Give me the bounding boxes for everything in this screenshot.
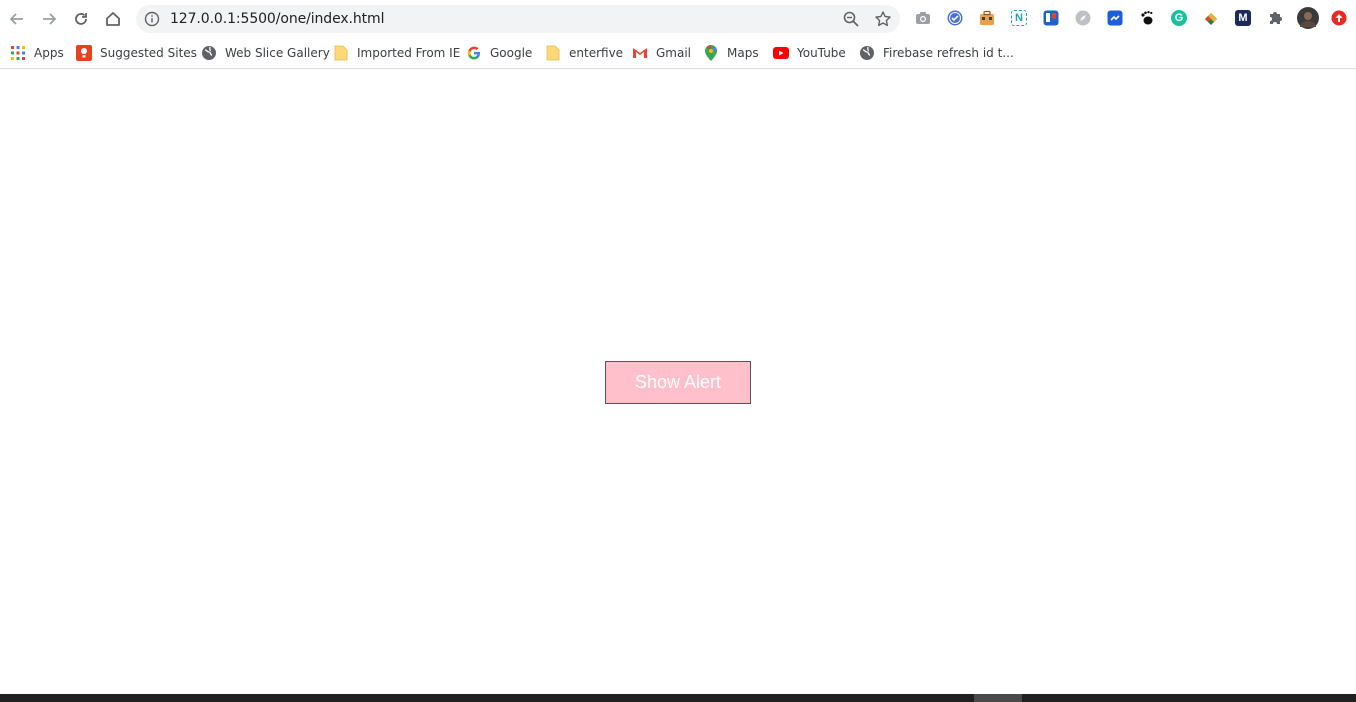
bookmark-gmail[interactable]: Gmail — [632, 42, 691, 64]
apps-grid-icon — [10, 45, 26, 61]
bookmark-firebase[interactable]: Firebase refresh id t... — [859, 42, 1014, 64]
bookmark-imported-from-ie[interactable]: Imported From IE — [333, 42, 460, 64]
check-circle-icon — [947, 10, 963, 26]
maps-icon — [703, 45, 719, 61]
m-extension-icon: M — [1235, 10, 1251, 26]
extension-leaf[interactable] — [1202, 9, 1220, 27]
bookmark-web-slice-gallery[interactable]: Web Slice Gallery — [201, 42, 330, 64]
extension-camera[interactable] — [914, 9, 932, 27]
bookmark-label: Google — [490, 46, 533, 60]
bookmark-label: Suggested Sites — [100, 46, 197, 60]
extension-upload[interactable] — [1330, 9, 1348, 27]
extension-trello[interactable] — [1042, 9, 1060, 27]
youtube-icon — [773, 45, 789, 61]
info-icon[interactable] — [144, 11, 160, 27]
camera-icon — [916, 12, 930, 24]
back-arrow-icon — [9, 13, 23, 25]
briefcase-icon — [980, 10, 994, 25]
folder-icon — [545, 45, 561, 61]
compass-icon — [1075, 10, 1091, 26]
gmail-icon — [632, 45, 648, 61]
bookmark-label: Imported From IE — [357, 46, 461, 60]
bookmark-google[interactable]: Google — [466, 42, 532, 64]
bookmark-suggested-sites[interactable]: Suggested Sites — [76, 42, 197, 64]
bookmark-enterfive[interactable]: enterfive — [545, 42, 623, 64]
bookmark-star-icon[interactable] — [874, 10, 892, 28]
bookmark-label: Web Slice Gallery — [225, 46, 330, 60]
folder-icon — [333, 45, 349, 61]
bookmark-label: enterfive — [569, 46, 624, 60]
forward-arrow-icon — [43, 13, 57, 25]
extension-grammarly[interactable]: G — [1170, 9, 1188, 27]
forward-button[interactable] — [37, 7, 61, 31]
grammarly-icon: G — [1171, 10, 1187, 26]
puzzle-icon — [1270, 12, 1282, 24]
home-button[interactable] — [101, 7, 125, 31]
page-content: Show Alert — [0, 70, 1356, 694]
bookmark-apps[interactable]: Apps — [10, 42, 64, 64]
bookmarks-bar: Apps Suggested Sites Web Slice Gallery I… — [0, 38, 1356, 69]
bookmark-label: Maps — [727, 46, 759, 60]
extensions-menu-button[interactable] — [1266, 9, 1284, 27]
extension-messenger[interactable] — [1106, 9, 1124, 27]
extension-briefcase[interactable] — [978, 9, 996, 27]
address-bar[interactable]: 127.0.0.1:5500/one/index.html — [136, 5, 900, 33]
globe-icon — [859, 45, 875, 61]
extension-compass[interactable] — [1074, 9, 1092, 27]
url-text[interactable]: 127.0.0.1:5500/one/index.html — [170, 11, 384, 27]
extension-m[interactable]: M — [1234, 9, 1252, 27]
n-extension-icon: N — [1011, 10, 1027, 26]
extension-n[interactable]: N — [1010, 9, 1028, 27]
upload-arrow-icon — [1331, 10, 1347, 26]
taskbar-active-item[interactable] — [974, 694, 1022, 702]
trello-icon — [1043, 10, 1059, 26]
browser-toolbar: 127.0.0.1:5500/one/index.html N G M — [0, 0, 1356, 38]
taskbar — [0, 694, 1356, 702]
extension-checkmark[interactable] — [946, 9, 964, 27]
chat-bubble-icon — [1107, 10, 1123, 26]
extension-gnome[interactable] — [1138, 9, 1156, 27]
reload-icon — [75, 13, 87, 25]
profile-button[interactable] — [1297, 7, 1319, 29]
bookmark-youtube[interactable]: YouTube — [773, 42, 846, 64]
reload-button[interactable] — [69, 7, 93, 31]
avatar — [1297, 7, 1319, 29]
zoom-icon[interactable] — [842, 10, 860, 28]
google-icon — [466, 45, 482, 61]
globe-icon — [201, 45, 217, 61]
back-button[interactable] — [5, 7, 29, 31]
bookmark-maps[interactable]: Maps — [703, 42, 759, 64]
bookmark-label: Gmail — [656, 46, 692, 60]
bookmark-label: Firebase refresh id t... — [883, 46, 1014, 60]
gnome-foot-icon — [1141, 11, 1153, 25]
suggested-sites-icon — [76, 45, 92, 61]
leaf-cube-icon — [1205, 13, 1217, 25]
home-icon — [106, 12, 120, 26]
bookmark-label: YouTube — [797, 46, 846, 60]
show-alert-button[interactable]: Show Alert — [605, 361, 751, 404]
bookmark-label: Apps — [34, 46, 64, 60]
